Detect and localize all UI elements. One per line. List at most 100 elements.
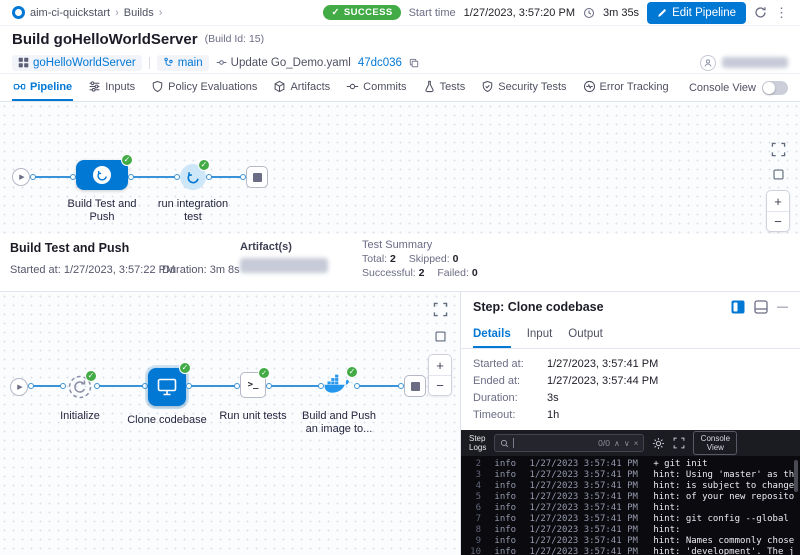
refresh-icon[interactable]: [754, 6, 767, 19]
step-node-build-and-push[interactable]: ✓: [324, 374, 354, 397]
step-node-run-unit-tests[interactable]: >_ ✓: [240, 372, 266, 398]
repo-chip[interactable]: goHelloWorldServer: [12, 55, 142, 71]
tab-commits[interactable]: Commits: [345, 74, 407, 101]
search-close-icon[interactable]: ×: [634, 439, 639, 448]
log-fullscreen-icon[interactable]: [673, 437, 685, 449]
fullscreen-icon[interactable]: [771, 142, 786, 157]
log-level: info: [494, 481, 516, 491]
log-text: hint: 'development'. The just-created b: [653, 547, 794, 555]
terminal-icon: >_: [248, 380, 259, 390]
step-detail-fields: Started at:1/27/2023, 3:57:41 PM Ended a…: [461, 349, 800, 430]
tab-output[interactable]: Output: [568, 322, 603, 348]
commit-sha-link[interactable]: 47dc036: [358, 57, 402, 69]
search-prev-icon[interactable]: ∧: [614, 439, 620, 448]
step-node-initialize[interactable]: ✓: [66, 373, 94, 401]
log-line: 10 info 1/27/2023 3:57:41 PM hint: 'deve…: [467, 547, 794, 555]
log-level: info: [494, 470, 516, 480]
more-menu-icon[interactable]: ⋮: [775, 6, 788, 19]
console-view-toggle[interactable]: [762, 81, 788, 95]
pencil-icon: [657, 8, 667, 18]
field-timeout: Timeout:1h: [473, 409, 788, 426]
tab-artifacts[interactable]: Artifacts: [272, 74, 331, 101]
stage-graph-canvas[interactable]: ▶ ✓ Build Test and Push ✓ run integratio…: [0, 102, 800, 234]
lower-split: ▶ ✓ Initialize ✓ Clone codebase >_ ✓ Run…: [0, 292, 800, 555]
status-badge: ✓ SUCCESS: [323, 5, 400, 20]
copy-icon[interactable]: [409, 58, 419, 68]
console-view-button[interactable]: Console View: [693, 431, 737, 455]
log-settings-gear-icon[interactable]: [652, 437, 665, 450]
commits-icon: [346, 80, 359, 93]
connector-line: [132, 176, 176, 178]
artifacts-icon: [273, 80, 286, 93]
tab-tests[interactable]: Tests: [422, 74, 467, 101]
log-text: hint: Names commonly chosen instead of: [653, 536, 794, 546]
build-id: (Build Id: 15): [205, 33, 265, 45]
minimize-icon[interactable]: —: [777, 301, 788, 313]
redacted-username: [722, 57, 788, 68]
stage-node-label: Build Test and Push: [57, 198, 147, 224]
view-split-right-icon[interactable]: [731, 300, 745, 314]
connector-line: [210, 176, 242, 178]
log-level: info: [494, 492, 516, 502]
reset-view-icon[interactable]: [434, 330, 447, 343]
zoom-out-button[interactable]: −: [767, 211, 789, 231]
tab-security-tests[interactable]: Security Tests: [480, 74, 567, 101]
tab-label: Tests: [440, 81, 466, 93]
zoom-in-button[interactable]: +: [767, 191, 789, 211]
toggle-knob: [763, 82, 775, 94]
log-scrollbar[interactable]: [794, 460, 798, 492]
tab-pipeline[interactable]: Pipeline: [12, 74, 73, 101]
log-line: 8 info 1/27/2023 3:57:41 PM hint:: [467, 525, 794, 536]
success-check-icon: ✓: [179, 362, 191, 374]
log-line: 3 info 1/27/2023 3:57:41 PM hint: Using …: [467, 470, 794, 481]
tab-details[interactable]: Details: [473, 322, 511, 348]
search-next-icon[interactable]: ∨: [624, 439, 630, 448]
reset-view-icon[interactable]: [772, 168, 785, 181]
log-text: hint:: [653, 503, 680, 513]
log-lines[interactable]: 2 info 1/27/2023 3:57:41 PM + git init 3…: [461, 456, 800, 555]
stage-details-band: Build Test and Push Started at: 1/27/202…: [0, 234, 800, 292]
breadcrumb-builds[interactable]: Builds: [124, 7, 154, 19]
view-split-bottom-icon[interactable]: [754, 300, 768, 314]
tab-error-tracking[interactable]: Error Tracking: [582, 74, 670, 101]
tab-policy-evaluations[interactable]: Policy Evaluations: [150, 74, 258, 101]
commit-message[interactable]: Update Go_Demo.yaml: [216, 57, 351, 69]
field-ended-at: Ended at:1/27/2023, 3:57:44 PM: [473, 375, 788, 392]
tab-label: Commits: [363, 81, 406, 93]
log-text: hint:: [653, 525, 680, 535]
edit-pipeline-button[interactable]: Edit Pipeline: [647, 2, 746, 24]
check-icon: ✓: [331, 7, 339, 18]
log-level: info: [494, 547, 516, 555]
fullscreen-icon[interactable]: [433, 302, 448, 317]
step-graph-canvas[interactable]: ▶ ✓ Initialize ✓ Clone codebase >_ ✓ Run…: [0, 292, 460, 555]
log-level: info: [494, 459, 516, 469]
tab-inputs[interactable]: Inputs: [87, 74, 136, 101]
stage-node-run-integration-test[interactable]: ✓: [180, 164, 206, 190]
connector-line: [190, 385, 236, 387]
log-line-number: 3: [467, 470, 481, 481]
zoom-out-button[interactable]: −: [429, 375, 451, 395]
clock-icon: [583, 7, 595, 19]
run-summary-bar: ✓ SUCCESS Start time 1/27/2023, 3:57:20 …: [323, 2, 788, 24]
log-text: hint: git config --global init.defaul: [653, 514, 794, 524]
success-check-icon: ✓: [198, 159, 210, 171]
tab-input[interactable]: Input: [527, 322, 553, 348]
stage-node-build-test-and-push[interactable]: ✓: [76, 160, 128, 190]
breadcrumb-separator-icon: ›: [159, 7, 163, 19]
log-search-input[interactable]: 0/0 ∧ ∨ ×: [494, 434, 644, 452]
app-root: aim-ci-quickstart › Builds › ✓ SUCCESS S…: [0, 0, 800, 555]
elapsed-time: 3m 35s: [603, 7, 639, 19]
tab-label: Inputs: [105, 81, 135, 93]
field-duration: Duration:3s: [473, 392, 788, 409]
search-caret: [513, 438, 594, 448]
success-check-icon: ✓: [258, 367, 270, 379]
breadcrumb-project[interactable]: aim-ci-quickstart: [30, 7, 110, 19]
log-line-number: 9: [467, 536, 481, 547]
step-node-clone-codebase[interactable]: ✓: [148, 368, 186, 406]
zoom-in-button[interactable]: +: [429, 355, 451, 375]
log-timestamp: 1/27/2023 3:57:41 PM: [530, 459, 638, 469]
log-timestamp: 1/27/2023 3:57:41 PM: [530, 536, 638, 546]
branch-chip[interactable]: main: [157, 55, 209, 71]
clone-codebase-icon: [157, 378, 177, 396]
log-line: 5 info 1/27/2023 3:57:41 PM hint: of you…: [467, 492, 794, 503]
